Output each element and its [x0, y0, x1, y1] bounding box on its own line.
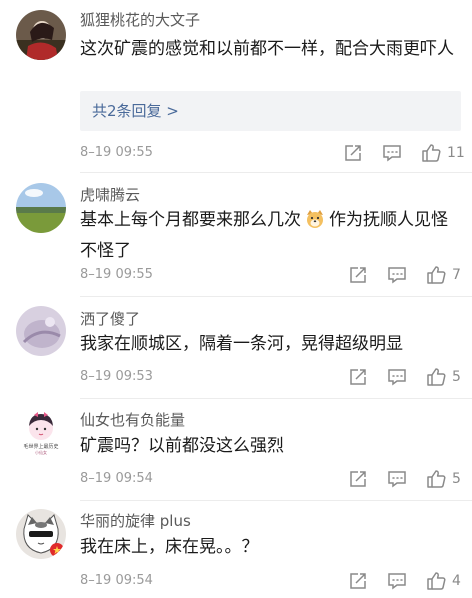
thumbs-up-icon[interactable] [420, 142, 442, 164]
like-count: 7 [452, 267, 461, 283]
comment-text: 我家在顺城区，隔着一条河，晃得超级明显 [80, 334, 403, 354]
username[interactable]: 华丽的旋律 plus [80, 511, 191, 531]
timestamp: 8–19 09:54 [80, 573, 153, 588]
comment-meta: 8–19 09:53 5 [80, 366, 462, 388]
avatar[interactable] [16, 509, 66, 559]
timestamp: 8–19 09:55 [80, 267, 153, 282]
avatar[interactable] [16, 306, 66, 356]
dog-face-emoji [305, 209, 325, 238]
timestamp: 8–19 09:55 [80, 145, 153, 160]
repost-icon[interactable] [342, 142, 364, 164]
timestamp: 8–19 09:53 [80, 369, 153, 384]
comment-meta: 8–19 09:55 11 [80, 142, 465, 164]
like-count: 5 [452, 369, 461, 385]
divider [80, 296, 472, 297]
timestamp: 8–19 09:54 [80, 471, 153, 486]
badge-icon [50, 543, 64, 557]
comment-text: 基本上每个月都要来那么几次 作为抚顺人见怪不怪了 [80, 207, 455, 265]
repost-icon[interactable] [347, 570, 369, 592]
thumbs-up-icon[interactable] [425, 468, 447, 490]
username[interactable]: 仙女也有负能量 [80, 410, 185, 430]
repost-icon[interactable] [347, 366, 369, 388]
comment-icon[interactable] [381, 142, 403, 164]
comment-icon[interactable] [386, 570, 408, 592]
like-count: 11 [447, 145, 465, 161]
avatar[interactable]: 毛世界上最历史 小仙女 [16, 408, 66, 458]
repost-icon[interactable] [347, 468, 369, 490]
comment-text: 矿震吗？以前都没这么强烈 [80, 436, 284, 456]
comment-meta: 8–19 09:55 7 [80, 264, 462, 286]
username[interactable]: 狐狸桃花的大文子 [80, 10, 200, 30]
view-replies-link[interactable]: 共2条回复 > [92, 101, 179, 121]
avatar-subcaption: 小仙女 [35, 449, 47, 455]
avatar[interactable] [16, 10, 66, 60]
comment-text: 我在床上，床在晃。。？ [80, 537, 259, 557]
comment-icon[interactable] [386, 468, 408, 490]
comment-icon[interactable] [386, 264, 408, 286]
avatar-caption: 毛世界上最历史 [23, 443, 58, 450]
comment-icon[interactable] [386, 366, 408, 388]
replies-box[interactable]: 共2条回复 > [80, 91, 461, 131]
divider [80, 172, 472, 173]
like-count: 5 [452, 471, 461, 487]
thumbs-up-icon[interactable] [425, 570, 447, 592]
comment-meta: 8–19 09:54 4 [80, 570, 462, 592]
thumbs-up-icon[interactable] [425, 264, 447, 286]
avatar[interactable] [16, 183, 66, 233]
comment-text-part: 基本上每个月都要来那么几次 [80, 210, 301, 230]
repost-icon[interactable] [347, 264, 369, 286]
username[interactable]: 洒了傻了 [80, 309, 140, 329]
divider [80, 398, 472, 399]
like-count: 4 [452, 573, 461, 589]
username[interactable]: 虎啸腾云 [80, 185, 140, 205]
comment-meta: 8–19 09:54 5 [80, 468, 462, 490]
divider [80, 500, 472, 501]
comment-text: 这次矿震的感觉和以前都不一样，配合大雨更吓人 [80, 39, 454, 59]
thumbs-up-icon[interactable] [425, 366, 447, 388]
